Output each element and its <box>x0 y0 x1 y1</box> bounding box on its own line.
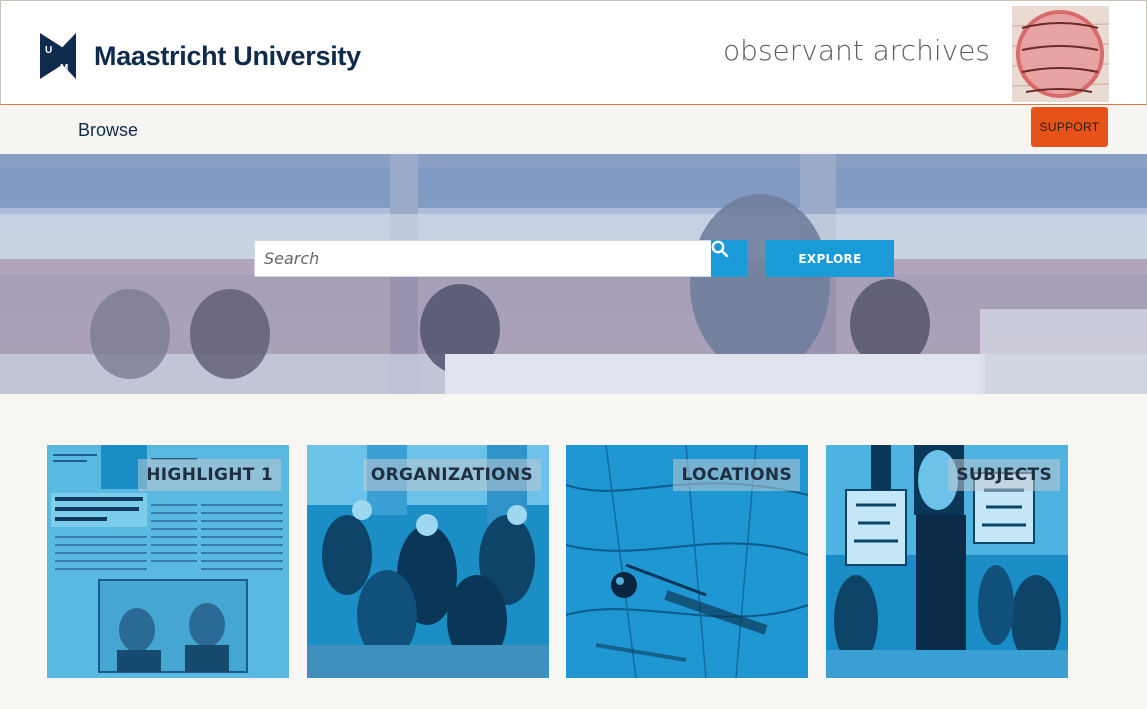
tile-locations[interactable]: LOCATIONS <box>566 445 808 678</box>
svg-text:M: M <box>60 63 68 74</box>
svg-text:U: U <box>45 45 52 56</box>
navigation-bar: Browse SUPPORT <box>0 105 1147 154</box>
um-logo-icon: U M <box>40 33 76 79</box>
search-input[interactable] <box>255 241 711 276</box>
tile-subjects[interactable]: SUBJECTS <box>826 445 1068 678</box>
tile-highlight-1[interactable]: HIGHLIGHT 1 <box>47 445 289 678</box>
archive-title: observant archives <box>723 34 990 67</box>
tile-label: SUBJECTS <box>948 459 1060 491</box>
support-button[interactable]: SUPPORT <box>1031 107 1108 147</box>
site-header: U M Maastricht University observant arch… <box>0 0 1147 105</box>
hero-banner: EXPLORE <box>0 154 1147 394</box>
archive-seal-image <box>1012 6 1109 102</box>
tile-label: HIGHLIGHT 1 <box>138 459 281 491</box>
tile-label: ORGANIZATIONS <box>362 459 541 491</box>
search-button[interactable] <box>711 240 747 277</box>
search-box <box>254 240 712 277</box>
search-icon <box>711 240 729 258</box>
university-logo[interactable]: U M Maastricht University <box>40 33 361 79</box>
nav-browse-link[interactable]: Browse <box>78 120 138 141</box>
tile-organizations[interactable]: ORGANIZATIONS <box>307 445 549 678</box>
category-tiles: HIGHLIGHT 1 ORGANIZATIONS LOCATIONS SUBJ… <box>0 445 1147 678</box>
explore-button[interactable]: EXPLORE <box>766 240 894 277</box>
tile-label: LOCATIONS <box>673 459 800 491</box>
logo-text: Maastricht University <box>94 40 361 71</box>
